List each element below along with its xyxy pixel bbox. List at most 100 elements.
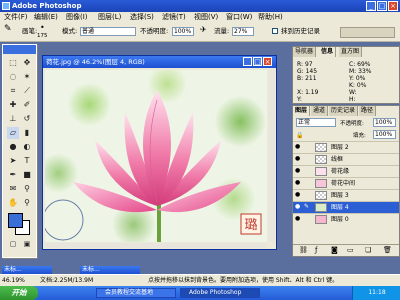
layer-row[interactable]: ● 线框 [293, 153, 399, 165]
minimized-window[interactable]: 未标... [80, 266, 140, 274]
horizontal-scrollbar[interactable] [45, 243, 267, 248]
layer-row[interactable]: ● 图层 0 [293, 213, 399, 225]
document-title-bar[interactable]: 荷花.jpg @ 46.2%(图层 4, RGB) _ □ × [43, 56, 276, 68]
erase-to-history-checkbox[interactable] [272, 28, 278, 34]
info-r-label: R: [297, 61, 304, 68]
layer-style-icon[interactable]: ƒ [315, 246, 317, 254]
doc-close-button[interactable]: × [263, 57, 272, 66]
fill-field[interactable]: 100% [373, 130, 396, 139]
eraser-tool-icon[interactable]: ✎ [4, 25, 12, 34]
taskbar-item-label: Adobe Photoshop [189, 289, 242, 296]
menu-layer[interactable]: 图层(L) [98, 12, 121, 23]
eye-icon[interactable]: ● [295, 180, 301, 186]
eye-icon[interactable]: ● [295, 156, 301, 162]
quick-mask-icon[interactable]: ▢ [7, 238, 19, 250]
opacity-field[interactable]: 100% [172, 27, 194, 36]
path-selection-tool-icon[interactable]: ➤ [7, 155, 19, 167]
brush-preview-icon[interactable]: • [40, 23, 45, 32]
hand-tool-icon[interactable]: ✋ [7, 197, 19, 209]
new-group-icon[interactable]: ▭ [347, 246, 354, 254]
vertical-scrollbar[interactable] [269, 70, 275, 242]
brush-cursor [45, 199, 84, 241]
info-x-label: X: [297, 89, 304, 96]
eye-icon[interactable]: ● [295, 204, 301, 210]
minimized-window[interactable]: 未标... [2, 266, 52, 274]
app-title: Adobe Photoshop [12, 2, 82, 10]
crop-tool-icon[interactable]: ⌗ [7, 85, 19, 97]
layer-row[interactable]: ● 图层 2 [293, 141, 399, 153]
flow-field[interactable]: 27% [232, 27, 254, 36]
layer-row[interactable]: ● 图层 3 [293, 189, 399, 201]
document-window: 荷花.jpg @ 46.2%(图层 4, RGB) _ □ × 璐 [42, 55, 277, 250]
mode-label: 模式: [62, 27, 78, 35]
taskbar-item-active[interactable]: Adobe Photoshop [180, 288, 260, 298]
start-button[interactable]: 开始 [0, 286, 38, 300]
doc-maximize-button[interactable]: □ [253, 57, 262, 66]
eye-icon[interactable]: ● [295, 216, 301, 222]
magic-wand-tool-icon[interactable]: ✶ [21, 71, 33, 83]
link-layers-icon[interactable]: ⛓ [299, 246, 308, 254]
slice-tool-icon[interactable]: ⟋ [21, 85, 33, 97]
blur-tool-icon[interactable]: ● [7, 141, 19, 153]
tab-channels[interactable]: 通道 [311, 106, 329, 116]
info-b-value: 211 [305, 75, 317, 82]
new-layer-icon[interactable]: ❏ [365, 246, 371, 254]
gradient-tool-icon[interactable]: ▮ [21, 127, 33, 139]
layer-row[interactable]: ● 荷花缘 [293, 165, 399, 177]
minimized-window-title: 未标... [4, 266, 22, 273]
history-brush-tool-icon[interactable]: ↺ [21, 113, 33, 125]
mode-select[interactable]: 普通 [80, 27, 136, 36]
image-canvas[interactable]: 璐 [45, 70, 267, 242]
tab-info[interactable]: 信息 [319, 47, 337, 57]
close-button[interactable]: × [388, 1, 398, 11]
marquee-tool-icon[interactable]: ⬚ [7, 57, 19, 69]
taskbar-item[interactable]: 会员教程交流基地 [96, 288, 176, 298]
clone-stamp-tool-icon[interactable]: ⊥ [7, 113, 19, 125]
start-label: 开始 [11, 288, 27, 297]
layer-row-selected[interactable]: ● ✎ 图层 4 [293, 201, 399, 213]
tab-histogram[interactable]: 直方图 [339, 47, 363, 57]
layer-opacity-field[interactable]: 100% [373, 118, 396, 127]
foreground-color-swatch[interactable] [8, 213, 23, 228]
eraser-tool-icon[interactable]: ▱ [7, 127, 19, 139]
blend-mode-select[interactable]: 正常 [296, 118, 336, 127]
layer-row[interactable]: ● 荷花中间 [293, 177, 399, 189]
healing-brush-tool-icon[interactable]: ✚ [7, 99, 19, 111]
eye-icon[interactable]: ● [295, 192, 301, 198]
tab-history[interactable]: 历史记录 [329, 106, 359, 116]
layer-mask-icon[interactable]: ◙ [331, 246, 338, 254]
pen-tool-icon[interactable]: ✒ [7, 169, 19, 181]
doc-minimize-button[interactable]: _ [243, 57, 252, 66]
menu-edit[interactable]: 编辑(E) [34, 12, 58, 23]
maximize-button[interactable]: □ [377, 1, 387, 11]
trash-icon[interactable]: 🗑 [383, 246, 392, 254]
eye-icon[interactable]: ● [295, 144, 301, 150]
palette-well[interactable] [340, 27, 395, 38]
tab-navigator[interactable]: 导航器 [293, 47, 317, 57]
dodge-tool-icon[interactable]: ◐ [21, 141, 33, 153]
eye-icon[interactable]: ● [295, 168, 301, 174]
tab-layers[interactable]: 图层 [293, 106, 311, 116]
menu-select[interactable]: 选择(S) [130, 12, 154, 23]
lock-icon[interactable]: 🔒 [296, 132, 303, 139]
zoom-tool-icon[interactable]: ⚲ [21, 197, 33, 209]
screen-mode-icon[interactable]: ▣ [21, 238, 33, 250]
menu-image[interactable]: 图像(I) [66, 12, 88, 23]
tab-paths[interactable]: 路径 [359, 106, 377, 116]
brush-tool-icon[interactable]: ✐ [21, 99, 33, 111]
notes-tool-icon[interactable]: ✉ [7, 183, 19, 195]
eyedropper-tool-icon[interactable]: ⚲ [21, 183, 33, 195]
minimize-button[interactable]: _ [366, 1, 376, 11]
menu-window[interactable]: 窗口(W) [226, 12, 252, 23]
move-tool-icon[interactable]: ✥ [21, 57, 33, 69]
photoshop-icon [2, 2, 10, 10]
layers-panel: 图层 通道 历史记录 路径 正常 不透明度: 100% 🔒 填充: 100% ●… [292, 105, 400, 257]
menu-view[interactable]: 视图(V) [194, 12, 218, 23]
menu-help[interactable]: 帮助(H) [258, 12, 283, 23]
menu-file[interactable]: 文件(F) [4, 12, 28, 23]
type-tool-icon[interactable]: T [21, 155, 33, 167]
shape-tool-icon[interactable]: ■ [21, 169, 33, 181]
menu-filter[interactable]: 滤镜(T) [162, 12, 186, 23]
lasso-tool-icon[interactable]: ◌ [7, 71, 19, 83]
airbrush-icon[interactable]: ✈ [200, 25, 207, 34]
